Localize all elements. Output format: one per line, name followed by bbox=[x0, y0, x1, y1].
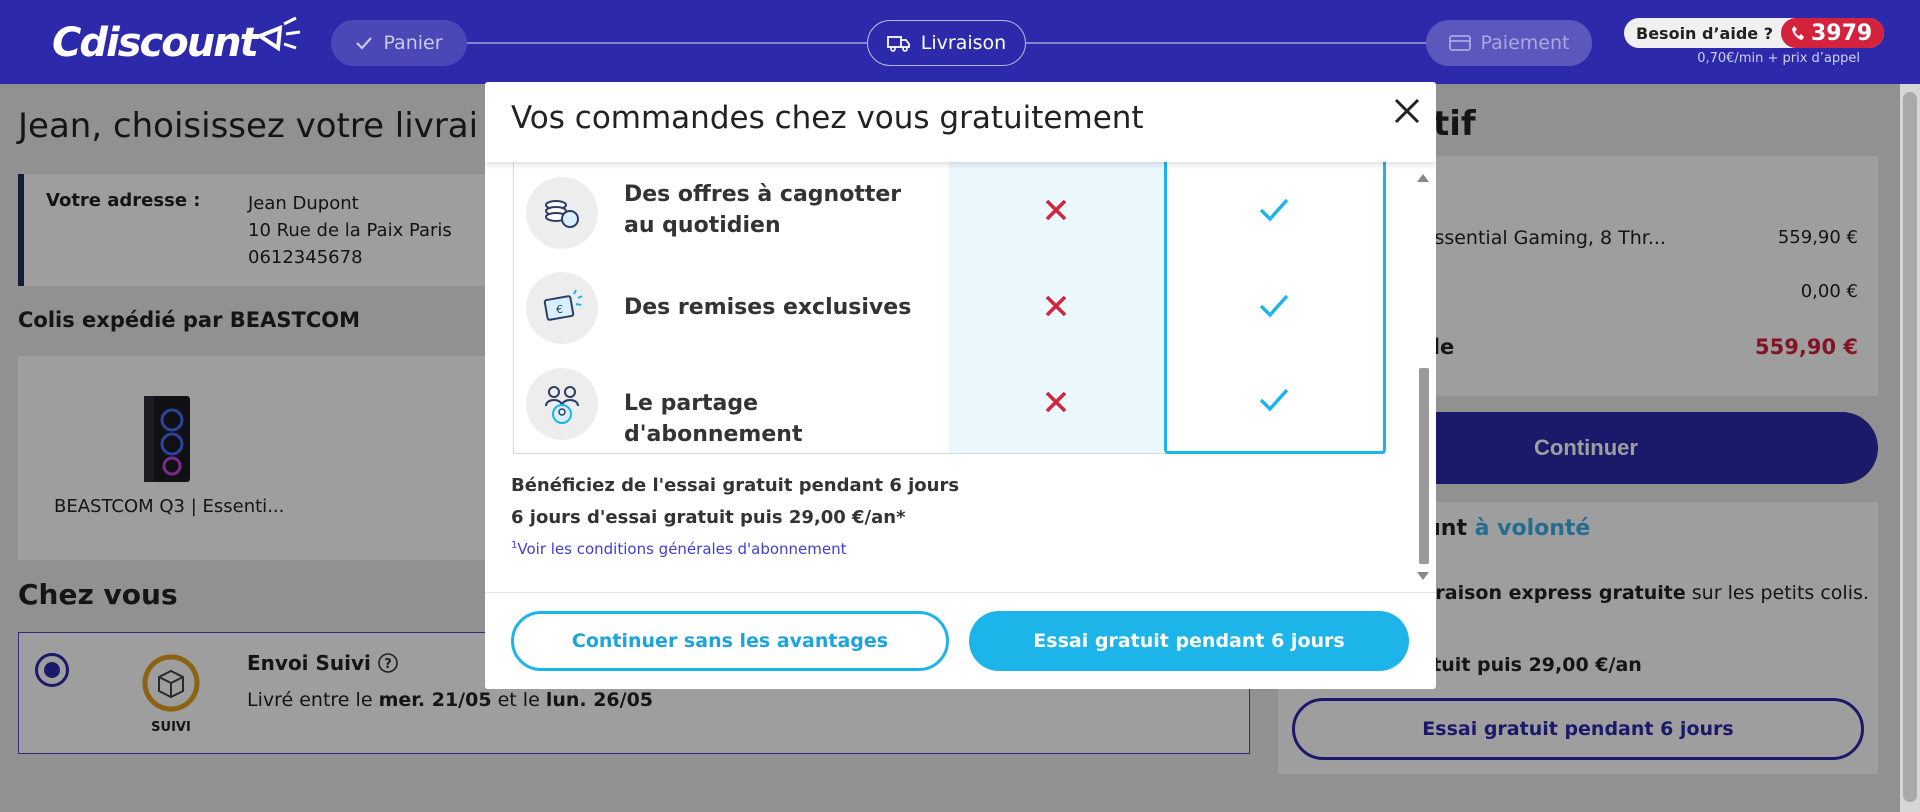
close-icon bbox=[1394, 98, 1420, 123]
step-label: Paiement bbox=[1480, 32, 1570, 54]
close-button[interactable] bbox=[1389, 94, 1425, 130]
cross-icon bbox=[1045, 295, 1067, 317]
scroll-down-arrow-icon[interactable] bbox=[1416, 570, 1430, 582]
modal-scrollbar-thumb[interactable] bbox=[1419, 368, 1429, 564]
benefit-label: Des remises exclusives bbox=[624, 295, 912, 320]
page-scrollbar-thumb[interactable] bbox=[1903, 92, 1917, 802]
subscription-modal: Vos commandes chez vous gratuitement Des… bbox=[485, 82, 1436, 689]
svg-text:Cdiscount: Cdiscount bbox=[52, 20, 261, 66]
continue-without-benefits-button[interactable]: Continuer sans les avantages bbox=[511, 611, 949, 671]
shared-subscription-icon bbox=[526, 368, 598, 440]
help-price: 0,70€/min + prix d’appel bbox=[1697, 51, 1860, 66]
trial-headline: Bénéficiez de l'essai gratuit pendant 6 … bbox=[511, 475, 960, 496]
check-icon bbox=[356, 37, 373, 50]
scroll-up-arrow-icon[interactable] bbox=[1416, 172, 1430, 184]
phone-icon bbox=[1791, 26, 1804, 40]
check-icon bbox=[1259, 294, 1289, 318]
benefit-label: Le partage d'abonnement bbox=[624, 391, 803, 447]
modal-title: Vos commandes chez vous gratuitement bbox=[511, 100, 1144, 136]
truck-icon bbox=[886, 36, 910, 52]
cross-icon bbox=[1045, 391, 1067, 413]
trial-price: 6 jours d'essai gratuit puis 29,00 €/an* bbox=[511, 507, 906, 528]
credit-card-icon bbox=[1448, 35, 1471, 51]
step-livraison: Livraison bbox=[867, 20, 1026, 66]
check-icon bbox=[1259, 388, 1289, 412]
benefit-row: Le partage d'abonnement bbox=[514, 354, 1386, 450]
cdiscount-logo[interactable]: Cdiscount bbox=[52, 16, 302, 66]
benefit-row: Des offres à cagnotter au quotidien bbox=[514, 162, 1386, 258]
modal-footer: Continuer sans les avantages Essai gratu… bbox=[485, 592, 1436, 689]
checkout-header: Cdiscount Panier Livraison Paiement Beso… bbox=[0, 0, 1920, 84]
modal-header: Vos commandes chez vous gratuitement bbox=[485, 82, 1436, 162]
step-label: Panier bbox=[383, 32, 443, 54]
help-phone-number: 3979 bbox=[1810, 20, 1873, 46]
step-connector bbox=[1026, 42, 1426, 44]
step-paiement: Paiement bbox=[1426, 20, 1592, 66]
benefit-label: Des offres à cagnotter au quotidien bbox=[624, 182, 902, 238]
discount-card-icon: € bbox=[526, 272, 598, 344]
help-label: Besoin d’aide ? bbox=[1636, 23, 1773, 43]
svg-text:€: € bbox=[556, 303, 563, 316]
check-icon bbox=[1259, 198, 1289, 222]
cross-icon bbox=[1045, 199, 1067, 221]
benefit-row: € Des remises exclusives bbox=[514, 258, 1386, 354]
start-free-trial-button[interactable]: Essai gratuit pendant 6 jours bbox=[969, 611, 1409, 671]
coins-icon bbox=[526, 177, 598, 249]
help-phone-badge[interactable]: 3979 bbox=[1780, 18, 1885, 48]
step-connector bbox=[467, 42, 867, 44]
step-panier[interactable]: Panier bbox=[331, 20, 467, 66]
benefits-grid: Des offres à cagnotter au quotidien € De… bbox=[513, 162, 1386, 454]
step-label: Livraison bbox=[920, 32, 1007, 54]
help-box[interactable]: Besoin d’aide ? 3979 bbox=[1624, 18, 1885, 48]
terms-link[interactable]: 1Voir les conditions générales d'abonnem… bbox=[511, 540, 847, 558]
